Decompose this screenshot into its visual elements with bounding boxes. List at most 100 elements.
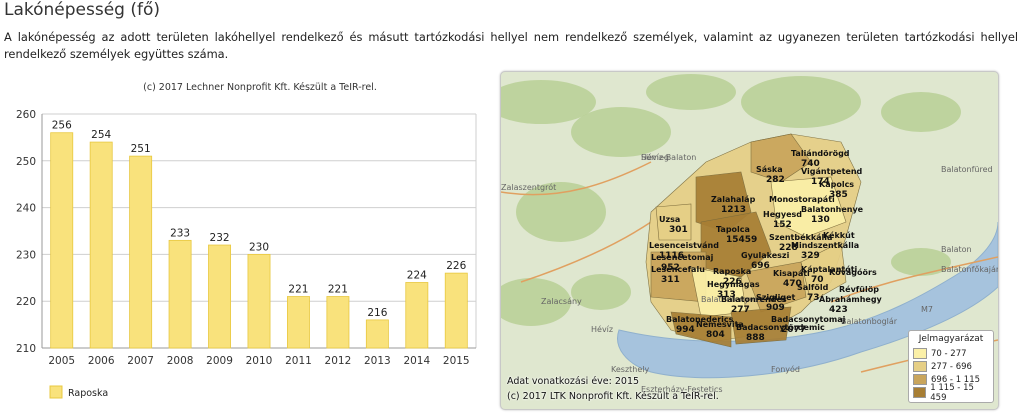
settlement-value-label: 804 xyxy=(706,330,725,340)
settlement-name-label: Uzsa xyxy=(659,215,680,224)
forest-area xyxy=(741,76,861,128)
settlement-value-label: 311 xyxy=(661,275,680,285)
page-description: A lakónépesség az adott területen lakóhe… xyxy=(4,30,1018,61)
settlement-name-label: Lesenceistvánd xyxy=(649,241,719,250)
bar-chart: (c) 2017 Lechner Nonprofit Kft. Készült … xyxy=(16,82,477,399)
map-credit: (c) 2017 LTK Nonprofit Kft. Készült a Te… xyxy=(507,391,719,402)
map-legend-title: Jelmagyarázat xyxy=(918,334,984,344)
x-tick-label: 2006 xyxy=(88,355,115,367)
y-tick-label: 240 xyxy=(16,203,36,215)
bar-value-label: 226 xyxy=(446,260,466,272)
settlement-name-label: Balatonrendes xyxy=(721,295,787,304)
settlement-value-label: 696 xyxy=(751,261,770,271)
settlement-name-label: Hegymagas xyxy=(707,280,760,289)
settlement-name-label: Ábrahámhegy xyxy=(819,293,883,304)
map-data-year: Adat vonatkozási éve: 2015 xyxy=(507,376,640,387)
settlement-name-label: Mindszentkálla xyxy=(791,241,859,250)
y-tick-label: 210 xyxy=(16,343,36,355)
legend-item: 1 115 - 15 459 xyxy=(913,383,989,403)
bar[interactable] xyxy=(326,296,350,349)
legend-label: Raposka xyxy=(68,388,108,399)
settlement-name-label: Kékkút xyxy=(823,230,855,240)
settlement-name-label: Lesencefalu xyxy=(651,265,705,274)
settlement-name-label: Taliándörögd xyxy=(791,149,850,158)
legend-swatch xyxy=(49,385,63,399)
settlement-value-label: 423 xyxy=(829,305,848,315)
legend-color-swatch xyxy=(913,387,927,398)
map-legend: Jelmagyarázat 70 - 277 277 - 696 696 - 1 1… xyxy=(908,330,994,403)
map-place-label: Balaton xyxy=(941,245,972,254)
x-tick-label: 2011 xyxy=(285,355,312,367)
legend-item: 277 - 696 xyxy=(913,360,989,373)
bar[interactable] xyxy=(405,282,429,349)
bar[interactable] xyxy=(89,141,113,349)
bar-chart-panel: (c) 2017 Lechner Nonprofit Kft. Készült … xyxy=(0,76,482,410)
bar[interactable] xyxy=(365,319,389,349)
bar[interactable] xyxy=(129,155,153,349)
legend-item-label: 1 115 - 15 459 xyxy=(930,382,974,403)
settlement-value-label: 152 xyxy=(773,220,792,230)
bar[interactable] xyxy=(247,253,271,349)
x-tick-label: 2005 xyxy=(48,355,75,367)
map-place-label: Zalacsány xyxy=(541,297,582,306)
settlement-name-label: Badacsonytördemic xyxy=(736,323,825,332)
map-place-label: Zalaszentgrót xyxy=(501,182,556,192)
chart-credit: (c) 2017 Lechner Nonprofit Kft. Készült … xyxy=(143,82,377,93)
settlement-name-label: Tapolca xyxy=(716,225,750,234)
bar-value-label: 254 xyxy=(91,129,111,141)
settlement-name-label: Kapolcs xyxy=(819,180,854,189)
map-place-label: Hévíz xyxy=(591,324,613,334)
settlement-value-label: 70 xyxy=(811,275,824,285)
settlement-value-label: 130 xyxy=(811,215,830,225)
settlement-name-label: Vigántpetend xyxy=(801,167,863,176)
bar-value-label: 233 xyxy=(170,227,190,239)
bar[interactable] xyxy=(168,239,192,349)
bar[interactable] xyxy=(287,296,310,349)
x-tick-label: 2008 xyxy=(167,355,194,367)
settlement-name-label: Raposka xyxy=(713,267,751,276)
bar[interactable] xyxy=(444,272,468,349)
settlement-name-label: Lesencetomaj xyxy=(651,253,714,262)
legend-color-swatch xyxy=(913,374,927,385)
settlement-value-label: 909 xyxy=(766,303,785,313)
y-tick-label: 220 xyxy=(16,296,36,308)
map-panel[interactable]: Sümeg Zalaszentgrót Balatonfüred Balaton Bal… xyxy=(500,71,999,410)
bar[interactable] xyxy=(50,132,74,349)
settlement-name-label: Kővágóörs xyxy=(829,267,877,277)
bar-value-label: 221 xyxy=(328,284,348,296)
forest-area xyxy=(881,92,961,132)
x-tick-label: 2014 xyxy=(403,355,430,367)
settlement-value-label: 888 xyxy=(746,333,765,343)
settlement-value-label: 15459 xyxy=(726,235,757,245)
bar[interactable] xyxy=(208,244,231,349)
settlement-value-label: 282 xyxy=(766,175,785,185)
legend-item-label: 277 - 696 xyxy=(931,361,972,372)
map-place-label: Balatonfüred xyxy=(941,165,993,174)
settlement-value-label: 277 xyxy=(731,305,750,315)
settlement-name-label: Gyulakeszi xyxy=(741,251,790,260)
settlement-name-label: Balatonhenye xyxy=(801,205,864,214)
legend-color-swatch xyxy=(913,361,927,372)
x-tick-label: 2007 xyxy=(127,355,154,367)
bar-value-label: 230 xyxy=(249,241,269,253)
settlement-value-label: 994 xyxy=(676,325,695,335)
bar-value-label: 232 xyxy=(210,232,230,244)
y-tick-label: 250 xyxy=(16,156,36,168)
bar-value-label: 256 xyxy=(52,120,72,132)
legend-item-label: 70 - 277 xyxy=(931,348,967,359)
settlement-value-label: 301 xyxy=(669,225,688,235)
forest-area xyxy=(571,107,671,157)
map-place-label: Keszthely xyxy=(611,365,649,374)
legend-item: 70 - 277 xyxy=(913,347,989,360)
settlement-value-label: 73 xyxy=(807,293,820,303)
settlement-name-label: Zalahaláp xyxy=(711,195,756,204)
x-tick-label: 2012 xyxy=(325,355,352,367)
settlement-name-label: Révfülöp xyxy=(839,284,879,294)
map-place-label: Balatonfőkajár xyxy=(941,265,998,274)
map-place-label: M7 xyxy=(921,305,933,314)
y-tick-label: 260 xyxy=(16,109,36,121)
y-tick-label: 230 xyxy=(16,249,36,261)
settlement-name-label: Hegyesd xyxy=(763,210,802,219)
settlement-name-label: Monostorapáti xyxy=(769,195,835,204)
settlement-value-label: 1213 xyxy=(721,205,746,215)
